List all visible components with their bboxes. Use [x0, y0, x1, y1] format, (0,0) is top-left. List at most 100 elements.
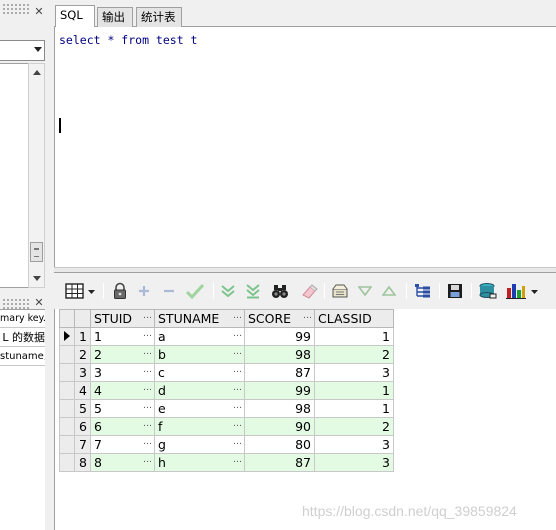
cell-stuid[interactable]: 1…: [90, 327, 155, 346]
row-indicator[interactable]: [59, 435, 75, 454]
row-number[interactable]: 5: [74, 399, 91, 418]
table-row[interactable]: 7 7… g… 80 3: [59, 435, 394, 454]
ellipsis-icon[interactable]: …: [233, 347, 242, 357]
table-row[interactable]: 2 2… b… 98 2: [59, 345, 394, 364]
panel-grip[interactable]: [2, 3, 30, 15]
ellipsis-icon[interactable]: …: [233, 401, 242, 411]
chevron-down-icon[interactable]: [34, 47, 42, 52]
chart-button[interactable]: [505, 281, 541, 301]
cell-score[interactable]: 98: [244, 345, 315, 364]
ellipsis-icon[interactable]: …: [233, 455, 242, 465]
ellipsis-icon[interactable]: …: [143, 347, 152, 357]
ellipsis-icon[interactable]: …: [233, 329, 242, 339]
next-record-button[interactable]: [380, 281, 398, 301]
delete-record-button[interactable]: [160, 281, 178, 301]
cell-classid[interactable]: 2: [314, 417, 394, 436]
previous-record-button[interactable]: [356, 281, 374, 301]
cell-score[interactable]: 99: [244, 381, 315, 400]
row-indicator[interactable]: [59, 345, 75, 364]
export-button[interactable]: [477, 281, 499, 301]
ellipsis-icon[interactable]: …: [233, 419, 242, 429]
table-row[interactable]: 8 8… h… 87 3: [59, 453, 394, 472]
ellipsis-icon[interactable]: …: [233, 383, 242, 393]
ellipsis-icon[interactable]: …: [143, 419, 152, 429]
lock-button[interactable]: [110, 281, 130, 301]
add-record-button[interactable]: [135, 281, 153, 301]
cell-stuid[interactable]: 2…: [90, 345, 155, 364]
column-header-score[interactable]: SCORE…: [244, 309, 315, 328]
ellipsis-icon[interactable]: …: [143, 365, 152, 375]
cell-stuname[interactable]: a…: [154, 327, 245, 346]
row-number[interactable]: 8: [74, 453, 91, 472]
column-header-stuname[interactable]: STUNAME…: [154, 309, 245, 328]
row-indicator[interactable]: [59, 327, 75, 346]
cell-stuname[interactable]: b…: [154, 345, 245, 364]
row-number[interactable]: 6: [74, 417, 91, 436]
cell-stuname[interactable]: d…: [154, 381, 245, 400]
ellipsis-icon[interactable]: …: [143, 383, 152, 393]
cell-score[interactable]: 80: [244, 435, 315, 454]
row-number[interactable]: 1: [74, 327, 91, 346]
cell-stuid[interactable]: 7…: [90, 435, 155, 454]
cell-score[interactable]: 87: [244, 453, 315, 472]
object-type-dropdown[interactable]: [0, 40, 45, 61]
table-row[interactable]: 6 6… f… 90 2: [59, 417, 394, 436]
save-button[interactable]: [445, 281, 465, 301]
tab-statistics[interactable]: 统计表: [136, 7, 182, 27]
table-row[interactable]: 5 5… e… 98 1: [59, 399, 394, 418]
cell-stuid[interactable]: 4…: [90, 381, 155, 400]
scroll-up-icon[interactable]: [33, 70, 41, 75]
cell-stuname[interactable]: c…: [154, 363, 245, 382]
row-number[interactable]: 7: [74, 435, 91, 454]
vertical-splitter[interactable]: [47, 0, 54, 530]
row-number[interactable]: 2: [74, 345, 91, 364]
scrollbar-thumb[interactable]: [30, 242, 43, 262]
table-row[interactable]: 4 4… d… 99 1: [59, 381, 394, 400]
close-icon[interactable]: ✕: [33, 6, 45, 18]
object-tree[interactable]: [0, 63, 28, 288]
row-indicator[interactable]: [59, 381, 75, 400]
cell-classid[interactable]: 1: [314, 381, 394, 400]
cell-classid[interactable]: 1: [314, 327, 394, 346]
cell-stuid[interactable]: 8…: [90, 453, 155, 472]
cell-score[interactable]: 87: [244, 363, 315, 382]
clear-button[interactable]: [299, 281, 319, 301]
ellipsis-icon[interactable]: …: [233, 365, 242, 375]
cell-stuid[interactable]: 3…: [90, 363, 155, 382]
query-by-example-button[interactable]: [330, 281, 350, 301]
ellipsis-icon[interactable]: …: [143, 329, 152, 339]
find-button[interactable]: [270, 281, 290, 301]
fetch-last-button[interactable]: [244, 281, 262, 301]
cell-score[interactable]: 90: [244, 417, 315, 436]
cell-classid[interactable]: 1: [314, 399, 394, 418]
scroll-down-icon[interactable]: [33, 276, 41, 281]
cell-classid[interactable]: 3: [314, 453, 394, 472]
cell-score[interactable]: 99: [244, 327, 315, 346]
tab-sql[interactable]: SQL: [55, 5, 95, 28]
ellipsis-icon[interactable]: …: [143, 437, 152, 447]
cell-score[interactable]: 98: [244, 399, 315, 418]
table-row[interactable]: 1 1… a… 99 1: [59, 327, 394, 346]
grid-select-button[interactable]: [64, 281, 98, 301]
row-number[interactable]: 3: [74, 363, 91, 382]
cell-stuname[interactable]: g…: [154, 435, 245, 454]
cell-classid[interactable]: 3: [314, 363, 394, 382]
cell-stuname[interactable]: h…: [154, 453, 245, 472]
row-number[interactable]: 4: [74, 381, 91, 400]
row-indicator[interactable]: [59, 453, 75, 472]
close-icon[interactable]: ✕: [33, 297, 45, 309]
cell-stuid[interactable]: 5…: [90, 399, 155, 418]
cell-stuid[interactable]: 6…: [90, 417, 155, 436]
column-header-classid[interactable]: CLASSID: [314, 309, 394, 328]
cell-stuname[interactable]: e…: [154, 399, 245, 418]
sql-text[interactable]: select * from test t: [59, 33, 197, 47]
fetch-next-button[interactable]: [219, 281, 237, 301]
column-header-stuid[interactable]: STUID…: [90, 309, 155, 328]
row-indicator[interactable]: [59, 399, 75, 418]
sql-editor[interactable]: select * from test t: [54, 27, 556, 267]
table-row[interactable]: 3 3… c… 87 3: [59, 363, 394, 382]
object-tree-scrollbar[interactable]: [28, 63, 45, 288]
tab-output[interactable]: 输出: [97, 7, 133, 27]
post-changes-button[interactable]: [184, 281, 206, 301]
cell-classid[interactable]: 2: [314, 345, 394, 364]
